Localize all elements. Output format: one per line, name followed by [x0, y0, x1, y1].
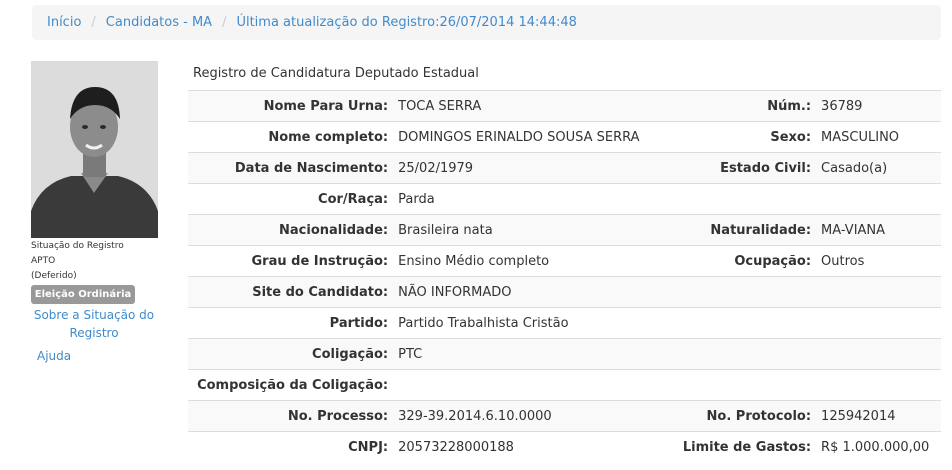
about-status-link[interactable]: Sobre a Situação do Registro — [31, 306, 157, 342]
field-value — [816, 183, 941, 215]
breadcrumb-separator: / — [91, 15, 96, 30]
field-value — [816, 369, 941, 401]
field-value: Outros — [816, 245, 941, 277]
field-label: Nome completo: — [188, 121, 394, 153]
field-label: Limite de Gastos: — [677, 431, 817, 463]
breadcrumb: Início / Candidatos - MA / Última atuali… — [32, 5, 941, 40]
field-label: Nacionalidade: — [188, 214, 394, 246]
field-label: Estado Civil: — [677, 152, 817, 184]
field-label: Ocupação: — [677, 245, 817, 277]
field-label: CNPJ: — [188, 431, 394, 463]
table-row: Nacionalidade: Brasileira nata Naturalid… — [188, 214, 941, 246]
field-value: MA-VIANA — [816, 214, 941, 246]
field-value: 20573228000188 — [393, 431, 678, 463]
table-row: CNPJ: 20573228000188 Limite de Gastos: R… — [188, 431, 941, 463]
breadcrumb-separator: / — [222, 15, 227, 30]
field-label — [677, 307, 817, 339]
field-label — [677, 369, 817, 401]
field-label — [677, 338, 817, 370]
field-value — [816, 307, 941, 339]
field-label: Cor/Raça: — [188, 183, 394, 215]
field-value: 25/02/1979 — [393, 152, 678, 184]
table-row: Grau de Instrução: Ensino Médio completo… — [188, 245, 941, 277]
registration-status: Situação do Registro APTO (Deferido) — [31, 239, 161, 284]
table-row: Partido: Partido Trabalhista Cristão — [188, 307, 941, 339]
table-row: Nome completo: DOMINGOS ERINALDO SOUSA S… — [188, 121, 941, 153]
field-value: Ensino Médio completo — [393, 245, 678, 277]
field-label: Composição da Coligação: — [188, 369, 394, 401]
field-value: MASCULINO — [816, 121, 941, 153]
field-value: R$ 1.000.000,00 — [816, 431, 941, 463]
field-label: Data de Nascimento: — [188, 152, 394, 184]
field-label: Nome Para Urna: — [188, 90, 394, 122]
field-value: 329-39.2014.6.10.0000 — [393, 400, 678, 432]
field-label: No. Processo: — [188, 400, 394, 432]
field-label: Sexo: — [677, 121, 817, 153]
field-value: TOCA SERRA — [393, 90, 678, 122]
table-caption: Registro de Candidatura Deputado Estadua… — [193, 66, 479, 81]
field-value: Parda — [393, 183, 678, 215]
breadcrumb-last-update-link[interactable]: Última atualização do Registro:26/07/201… — [236, 15, 576, 30]
table-row: Nome Para Urna: TOCA SERRA Núm.: 36789 — [188, 90, 941, 122]
field-value: Casado(a) — [816, 152, 941, 184]
breadcrumb-home-link[interactable]: Início — [47, 15, 81, 30]
field-label: Partido: — [188, 307, 394, 339]
field-value: Brasileira nata — [393, 214, 678, 246]
status-detail: (Deferido) — [31, 271, 77, 281]
table-row: No. Processo: 329-39.2014.6.10.0000 No. … — [188, 400, 941, 432]
table-row: Data de Nascimento: 25/02/1979 Estado Ci… — [188, 152, 941, 184]
field-label: Grau de Instrução: — [188, 245, 394, 277]
field-label: Site do Candidato: — [188, 276, 394, 308]
field-value: 36789 — [816, 90, 941, 122]
field-value: NÃO INFORMADO — [393, 276, 678, 308]
field-value: DOMINGOS ERINALDO SOUSA SERRA — [393, 121, 678, 153]
field-value — [816, 276, 941, 308]
field-label: Naturalidade: — [677, 214, 817, 246]
status-title: Situação do Registro — [31, 241, 124, 251]
field-label — [677, 276, 817, 308]
table-row: Site do Candidato: NÃO INFORMADO — [188, 276, 941, 308]
candidate-details-table: Nome Para Urna: TOCA SERRA Núm.: 36789 N… — [188, 90, 941, 463]
field-label — [677, 183, 817, 215]
field-value: 125942014 — [816, 400, 941, 432]
field-label: Núm.: — [677, 90, 817, 122]
field-value — [393, 369, 678, 401]
breadcrumb-candidates-link[interactable]: Candidatos - MA — [106, 15, 212, 30]
election-badge: Eleição Ordinária — [31, 285, 135, 304]
field-value — [816, 338, 941, 370]
field-value: Partido Trabalhista Cristão — [393, 307, 678, 339]
status-value: APTO — [31, 256, 56, 266]
help-link[interactable]: Ajuda — [37, 347, 71, 365]
table-row: Cor/Raça: Parda — [188, 183, 941, 215]
candidate-photo — [31, 61, 158, 238]
table-row: Composição da Coligação: — [188, 369, 941, 401]
table-row: Coligação: PTC — [188, 338, 941, 370]
field-value: PTC — [393, 338, 678, 370]
field-label: No. Protocolo: — [677, 400, 817, 432]
field-label: Coligação: — [188, 338, 394, 370]
